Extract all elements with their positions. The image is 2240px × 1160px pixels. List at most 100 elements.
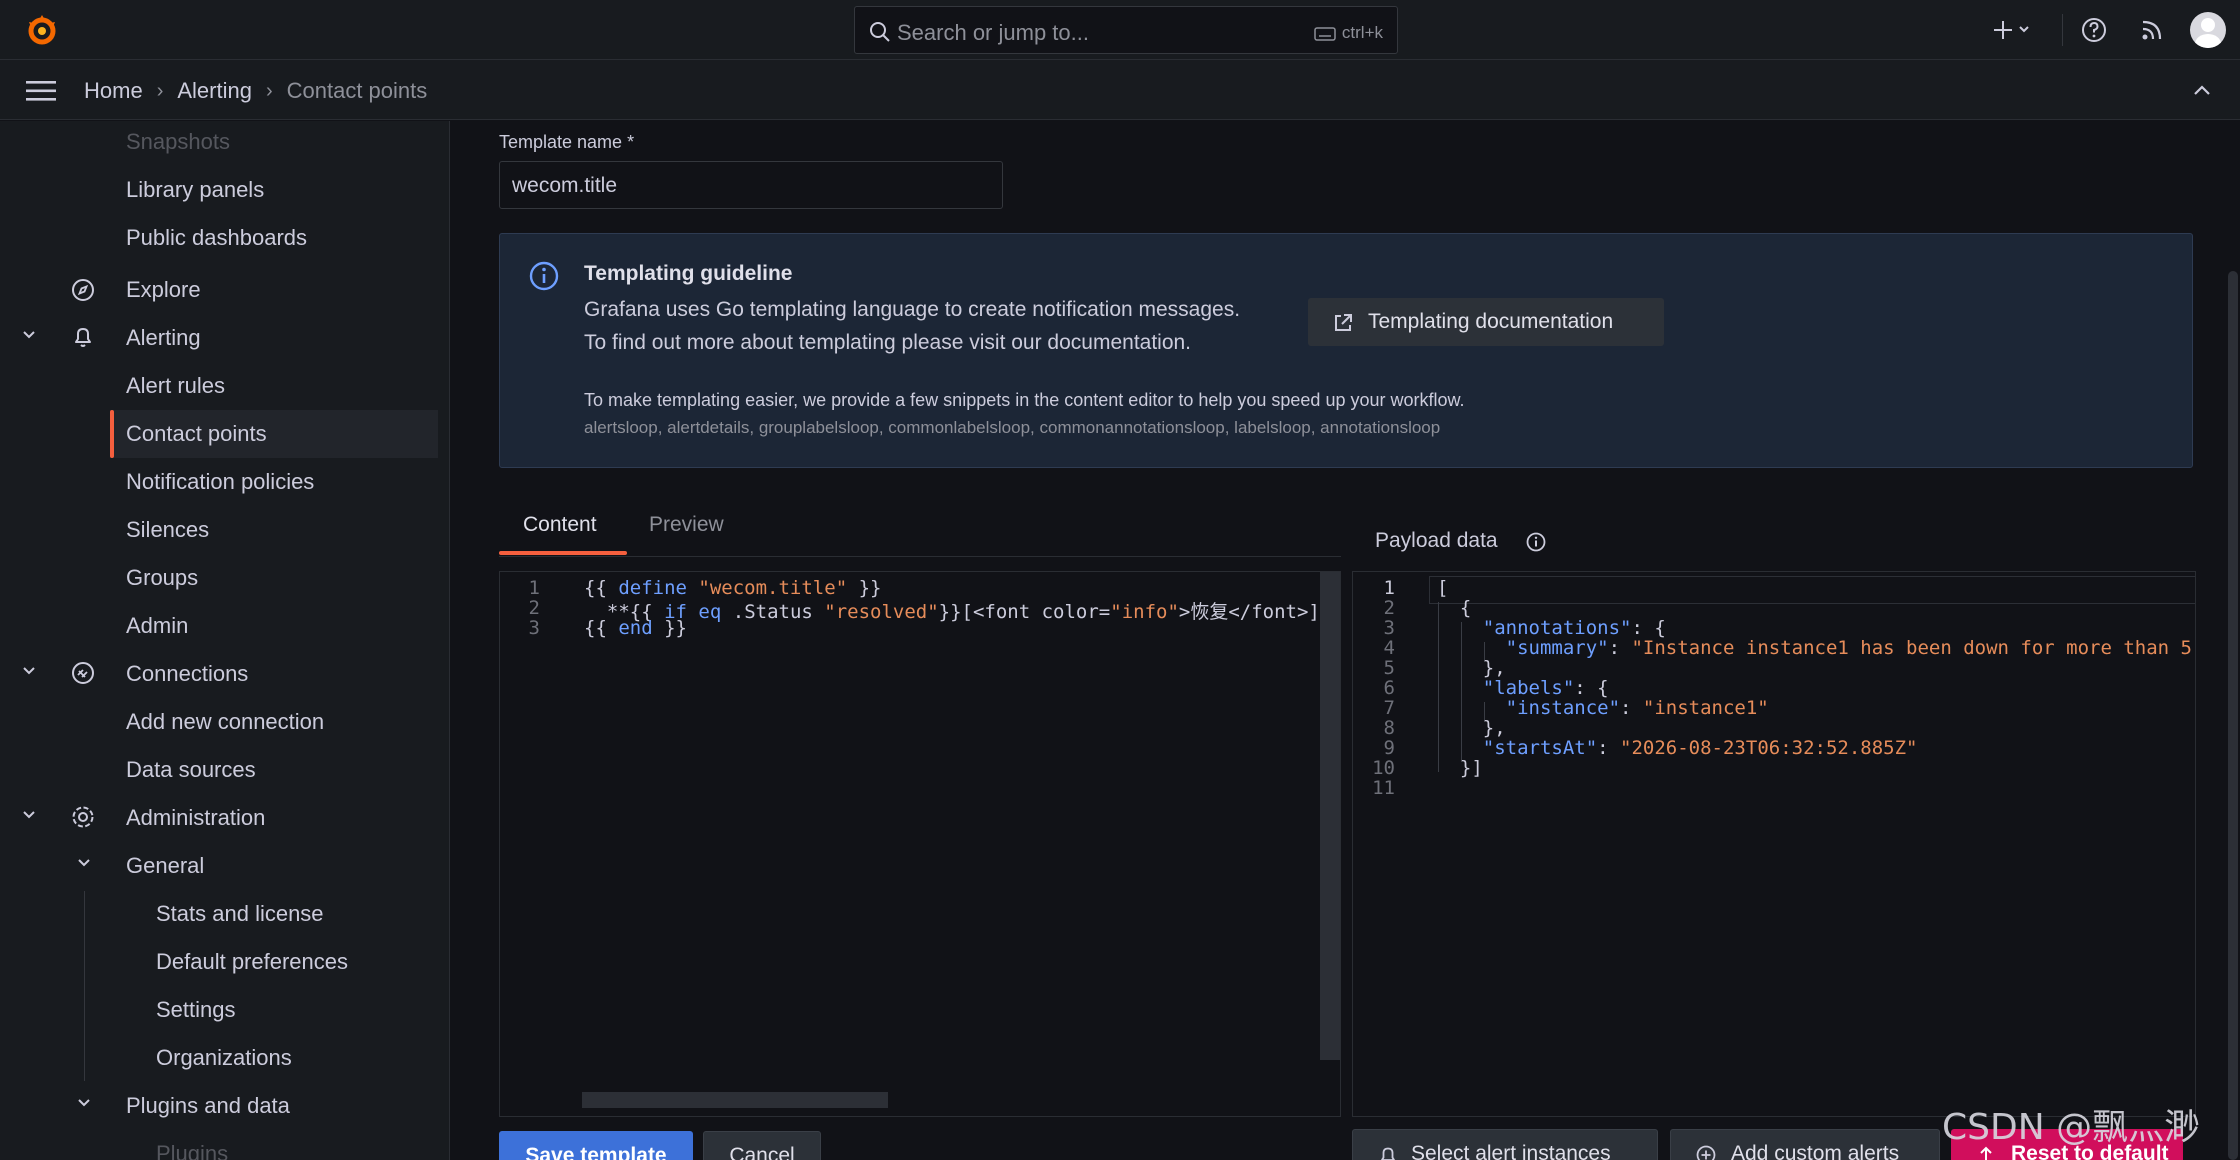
chevron-down-icon[interactable]	[20, 661, 38, 679]
select-alert-instances-button[interactable]: Select alert instances	[1352, 1129, 1658, 1160]
sidebar-item-label: Explore	[126, 277, 201, 302]
breadcrumb-home[interactable]: Home	[84, 78, 143, 104]
info-circle-icon	[529, 261, 559, 291]
breadcrumb-bar: Home › Alerting › Contact points	[0, 60, 2240, 120]
code-line: "labels": {	[1482, 677, 1609, 699]
sidebar-item-label: Default preferences	[156, 949, 348, 974]
guideline-title: Templating guideline	[584, 262, 793, 285]
code-line: "startsAt": "2026-08-23T06:32:52.885Z"	[1482, 737, 1918, 759]
sidebar-item-label: Alerting	[126, 325, 201, 350]
top-bar: Search or jump to... ctrl+k	[0, 0, 2240, 60]
active-indicator	[110, 410, 114, 458]
main-scrollbar[interactable]	[2228, 271, 2238, 1160]
breadcrumb-current: Contact points	[286, 78, 428, 103]
breadcrumb-alerting[interactable]: Alerting	[177, 78, 252, 104]
templating-documentation-button[interactable]: Templating documentation	[1308, 298, 1664, 346]
sidebar-item-label: Add new connection	[126, 709, 325, 734]
guideline-text-1: Grafana uses Go templating language to c…	[584, 298, 1241, 321]
sidebar-item-contact-points[interactable]: Contact points	[110, 410, 438, 458]
sidebar-item-label: Admin	[126, 613, 189, 638]
keyboard-icon	[1314, 27, 1336, 41]
sidebar-item-add-new-connection[interactable]: Add new connection	[126, 698, 324, 746]
sidebar-item-alert-rules[interactable]: Alert rules	[126, 362, 225, 410]
editor-horizontal-scrollbar[interactable]	[582, 1092, 888, 1108]
sidebar-item-label: Public dashboards	[126, 225, 308, 250]
connections-icon	[72, 662, 94, 684]
sidebar-item-organizations[interactable]: Organizations	[156, 1034, 292, 1082]
sidebar-item-label: Alert rules	[126, 373, 226, 398]
sidebar-item-stats-and-license[interactable]: Stats and license	[156, 890, 324, 938]
sidebar-item-label: Organizations	[156, 1045, 292, 1070]
chevron-up-icon[interactable]	[2190, 80, 2214, 100]
help-icon[interactable]	[2080, 16, 2108, 44]
sidebar-item-groups[interactable]: Groups	[126, 554, 198, 602]
sidebar-item-plugins[interactable]: Plugins	[156, 1130, 228, 1160]
sidebar-item-library-panels[interactable]: Library panels	[126, 166, 264, 214]
template-name-label: Template name *	[499, 132, 635, 152]
chevron-down-icon[interactable]	[75, 1093, 93, 1111]
sidebar-item-label: Plugins	[156, 1141, 229, 1160]
sidebar-item-notification-policies[interactable]: Notification policies	[126, 458, 314, 506]
cancel-button[interactable]: Cancel	[703, 1131, 821, 1160]
active-tab-indicator	[499, 551, 627, 555]
code-line: },	[1437, 717, 1506, 739]
templating-guideline-alert: Templating guideline Grafana uses Go tem…	[499, 233, 2193, 468]
template-name-input[interactable]: wecom.title	[499, 161, 1003, 209]
bell-icon	[1381, 1147, 1395, 1160]
sidebar-item-explore[interactable]: Explore	[126, 266, 201, 314]
tree-guide-line	[84, 891, 85, 1081]
sidebar-item-alerting[interactable]: Alerting	[126, 314, 201, 362]
save-template-button[interactable]: Save template	[499, 1131, 693, 1160]
grafana-logo-icon[interactable]	[24, 12, 60, 48]
chevron-down-icon[interactable]	[75, 853, 93, 871]
line-number: 8	[1383, 717, 1395, 739]
plus-circle-icon	[1696, 1145, 1716, 1160]
sidebar-item-label: Groups	[126, 565, 199, 590]
breadcrumb: Home › Alerting › Contact points	[84, 78, 427, 104]
sidebar-item-silences[interactable]: Silences	[126, 506, 209, 554]
sidebar-item-snapshots[interactable]: Snapshots	[126, 121, 230, 166]
user-avatar[interactable]	[2190, 12, 2226, 48]
search-shortcut: ctrl+k	[1314, 23, 1383, 43]
sidebar-item-plugins-and-data[interactable]: Plugins and data	[126, 1082, 290, 1130]
code-line: },	[1437, 657, 1506, 679]
code-line: }]	[1437, 757, 1483, 779]
sidebar-item-label: Snapshots	[126, 129, 230, 154]
hamburger-menu-icon[interactable]	[26, 80, 56, 102]
editor-vertical-scrollbar[interactable]	[1320, 572, 1340, 1060]
sidebar-item-label: Connections	[126, 661, 249, 686]
add-custom-alerts-button[interactable]: Add custom alerts	[1670, 1129, 1940, 1160]
sidebar-item-label: Contact points	[126, 421, 267, 446]
line-number: 11	[1372, 777, 1395, 799]
search-input[interactable]: Search or jump to... ctrl+k	[854, 6, 1398, 54]
sidebar-item-label: General	[126, 853, 205, 878]
sidebar-item-public-dashboards[interactable]: Public dashboards	[126, 214, 307, 262]
snippet-list: alertsloop, alertdetails, grouplabelsloo…	[584, 418, 1441, 437]
sidebar-item-data-sources[interactable]: Data sources	[126, 746, 256, 794]
chevron-down-icon[interactable]	[20, 805, 38, 823]
add-new-icon[interactable]	[1990, 16, 2034, 44]
info-circle-icon[interactable]	[1525, 531, 1547, 553]
payload-data-title: Payload data	[1375, 529, 1498, 552]
line-number: 2	[1383, 597, 1395, 619]
sidebar-item-label: Data sources	[126, 757, 256, 782]
sidebar-item-label: Silences	[126, 517, 210, 542]
sidebar-item-administration[interactable]: Administration	[126, 794, 265, 842]
sidebar-item-general[interactable]: General	[126, 842, 204, 890]
code-line: {{ end }}	[584, 617, 687, 639]
sidebar-item-admin[interactable]: Admin	[126, 602, 188, 650]
sidebar-item-settings[interactable]: Settings	[156, 986, 236, 1034]
payload-data-editor[interactable]: 1 2 3 4 5 6 7 8 9 10 11 [ { "annotations…	[1352, 571, 2196, 1117]
code-line: {	[1437, 597, 1472, 619]
tab-content[interactable]: Content	[523, 513, 597, 537]
breadcrumb-separator: ›	[265, 79, 273, 102]
news-feed-icon[interactable]	[2138, 16, 2166, 44]
snippet-intro: To make templating easier, we provide a …	[584, 390, 1465, 410]
chevron-down-icon[interactable]	[20, 325, 38, 343]
code-line: [	[1437, 577, 1449, 599]
template-content-editor[interactable]: 1 2 3 {{ define "wecom.title" }} **{{ if…	[499, 571, 1341, 1117]
sidebar-item-connections[interactable]: Connections	[126, 650, 248, 698]
select-alerts-label: Select alert instances	[1411, 1142, 1611, 1160]
tab-preview[interactable]: Preview	[649, 513, 724, 537]
sidebar-item-default-preferences[interactable]: Default preferences	[156, 938, 348, 986]
